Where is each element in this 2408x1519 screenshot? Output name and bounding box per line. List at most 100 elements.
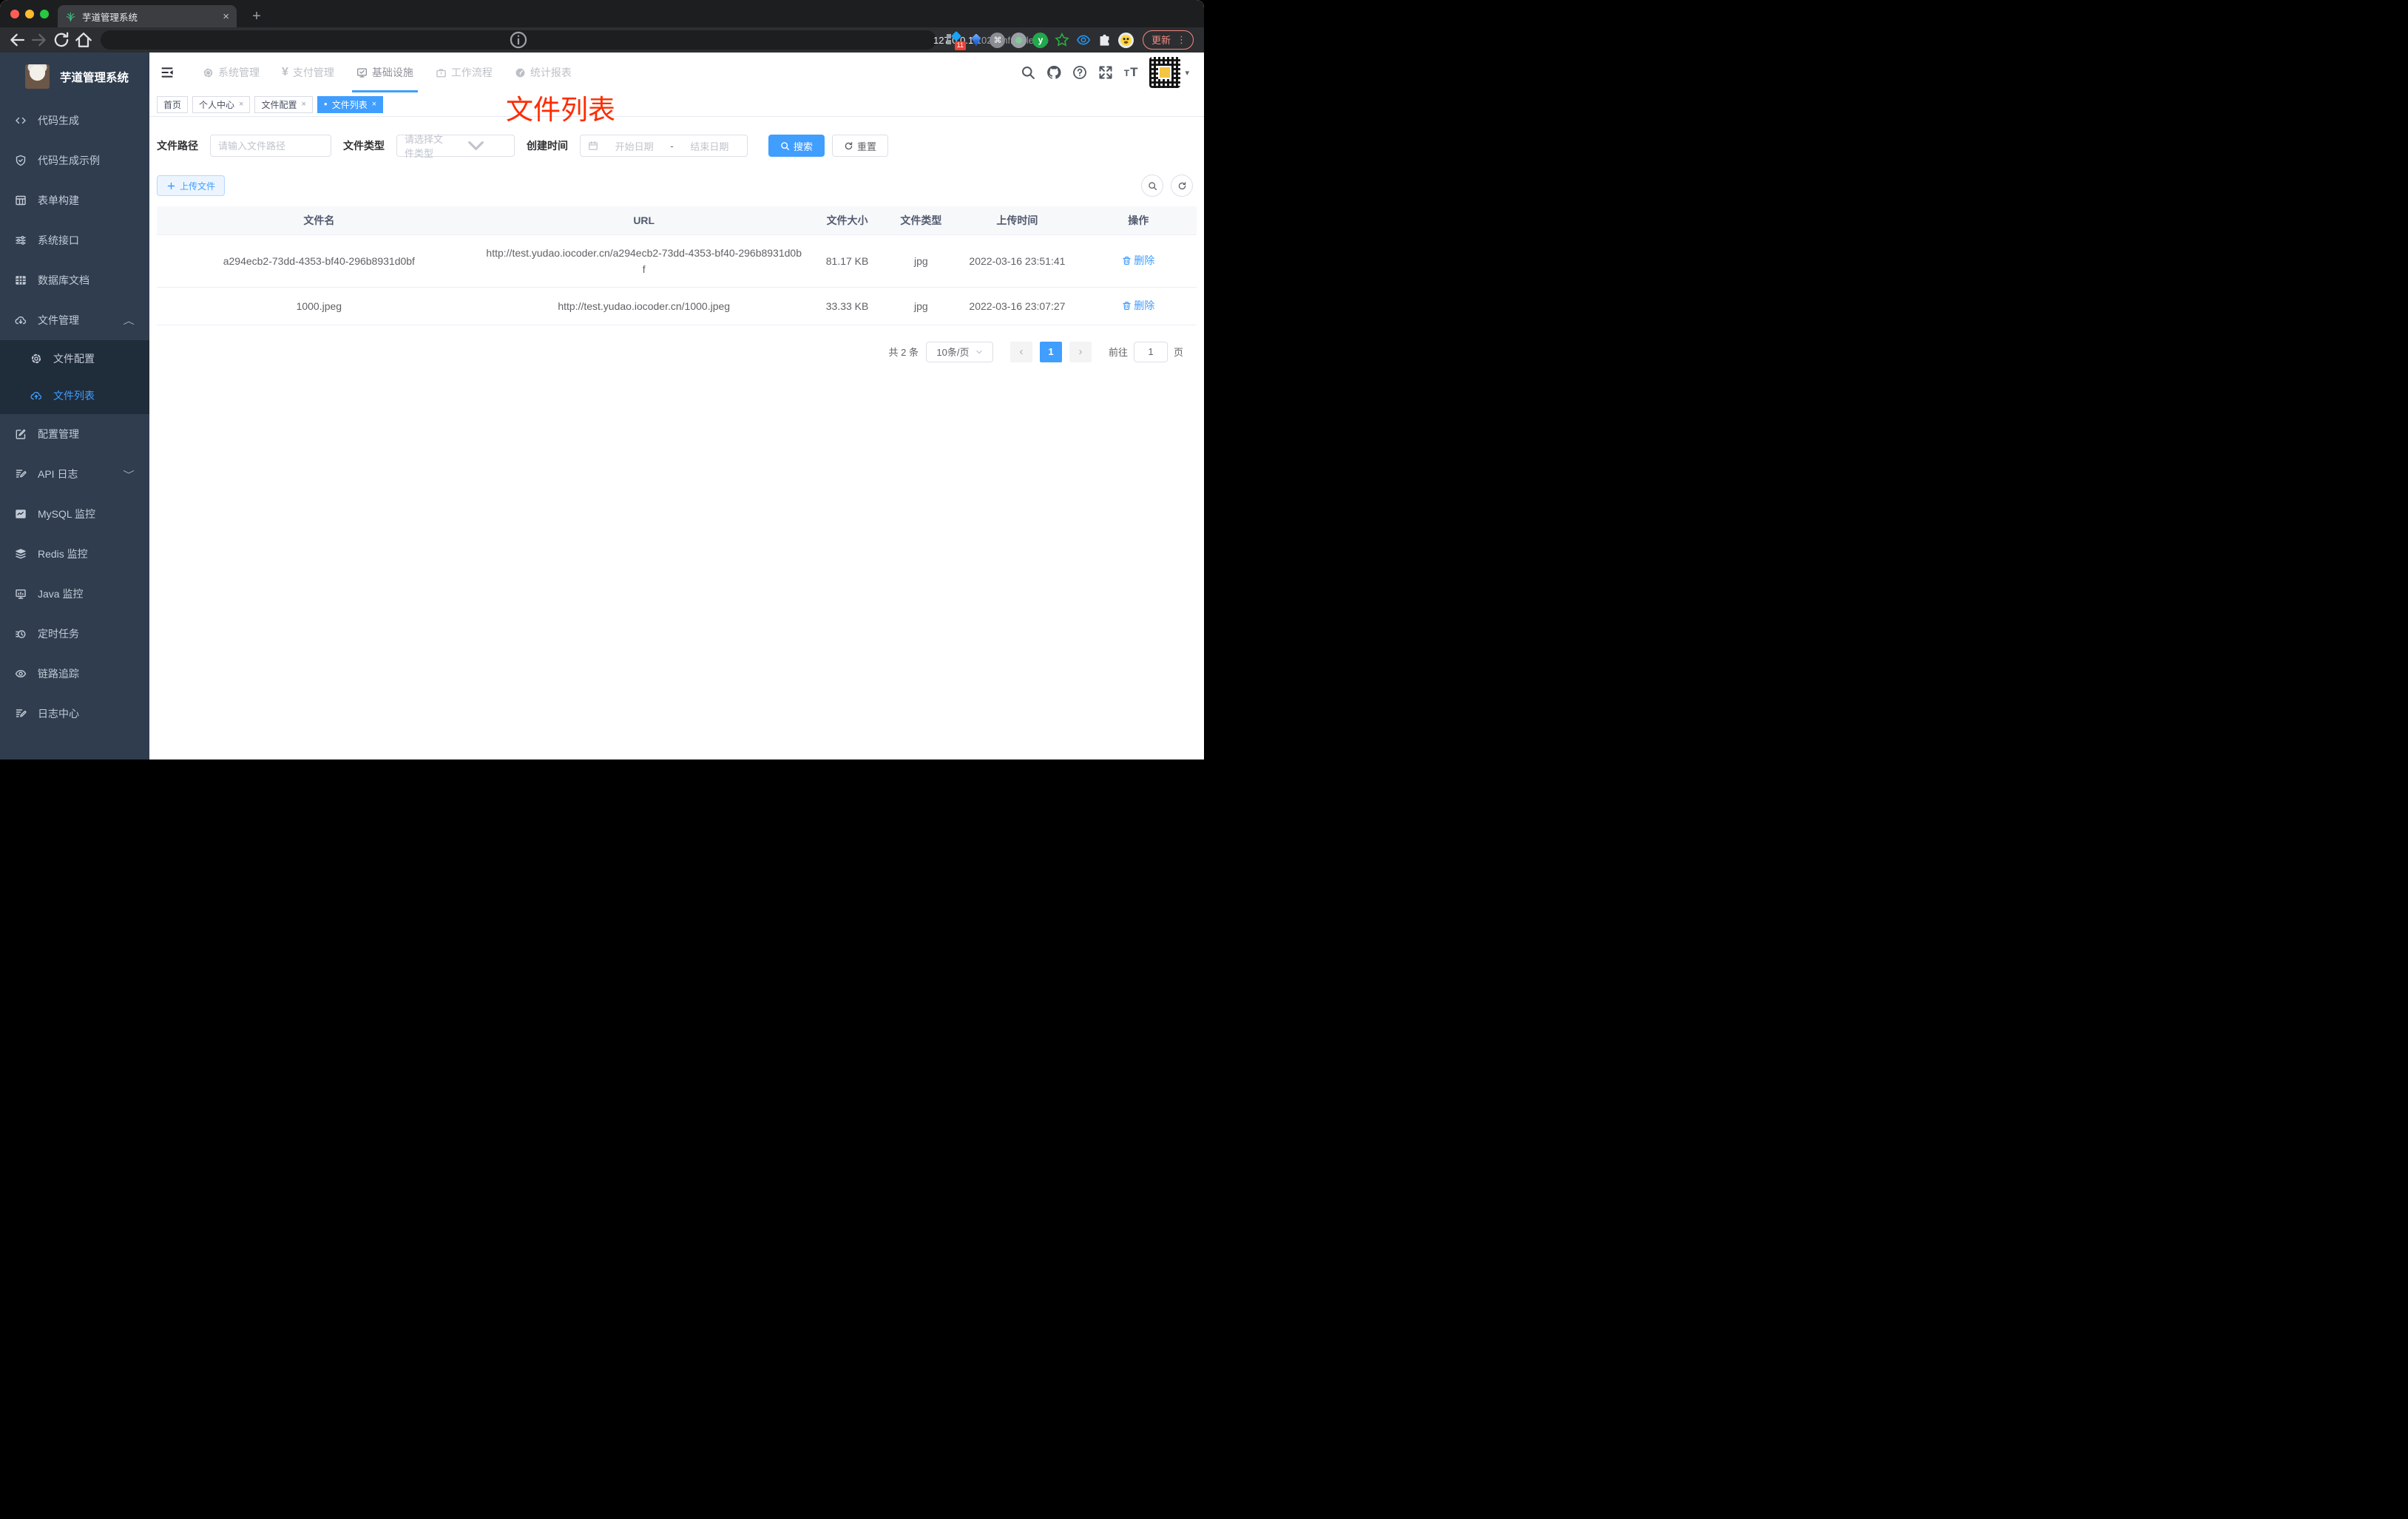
chevron-down-icon (975, 350, 982, 353)
main-area: 文件列表 系统管理 ¥ 支付管理 基础设施 工作流程 统计报表 TT ▾ 首页 … (149, 53, 1204, 760)
extension-y-icon[interactable]: y (1032, 32, 1049, 48)
prev-page-button[interactable]: ‹ (1009, 341, 1032, 362)
table-search-toggle-button[interactable] (1141, 175, 1163, 197)
tag-file-config[interactable]: 文件配置 × (254, 95, 313, 113)
reload-icon[interactable] (52, 30, 71, 50)
extension-command-icon[interactable]: ⌘ (990, 32, 1006, 48)
cell-upload-time: 2022-03-16 23:51:41 (954, 234, 1080, 288)
close-icon[interactable]: × (239, 100, 243, 109)
extension-diamond-icon[interactable]: 11 (946, 30, 966, 50)
help-icon[interactable] (1072, 65, 1087, 80)
col-time: 上传时间 (954, 206, 1080, 235)
tag-profile[interactable]: 个人中心 × (192, 95, 251, 113)
cell-upload-time: 2022-03-16 23:07:27 (954, 287, 1080, 325)
table-row: a294ecb2-73dd-4353-bf40-296b8931d0bf htt… (157, 234, 1197, 288)
cloud-upload-icon (30, 390, 42, 402)
extension-star-icon[interactable] (1054, 32, 1070, 48)
sidebar-item-log-center[interactable]: 日志中心 (0, 694, 149, 734)
extension-gem-icon[interactable] (968, 32, 984, 48)
delete-button[interactable]: 删除 (1122, 252, 1154, 268)
delete-label: 删除 (1134, 254, 1155, 267)
sidebar-item-code-generation[interactable]: 代码生成 (0, 101, 149, 141)
sidebar-logo[interactable]: 芋道管理系统 (0, 53, 149, 99)
app-title: 芋道管理系统 (60, 71, 129, 84)
chart-monitor-icon (15, 508, 27, 520)
search-button[interactable]: 搜索 (768, 135, 825, 157)
briefcase-icon (436, 67, 447, 78)
sidebar-item-file-config[interactable]: 文件配置 (0, 340, 149, 377)
sidebar-item-label: 日志中心 (38, 708, 79, 720)
sidebar-item-config-management[interactable]: 配置管理 (0, 414, 149, 454)
sidebar-item-system-api[interactable]: 系统接口 (0, 220, 149, 260)
cell-file-type: jpg (887, 234, 955, 288)
reset-button[interactable]: 重置 (832, 135, 889, 157)
database-table-icon (15, 274, 27, 286)
next-page-button[interactable]: › (1069, 341, 1092, 362)
chevron-up-icon: ︿ (123, 315, 135, 326)
goto-page-input[interactable] (1133, 341, 1168, 362)
chrome-menu-icon[interactable]: ⋮ (1177, 34, 1186, 46)
address-bar[interactable]: 127.0.0.1:1024/infra/file/file (101, 30, 1049, 50)
site-info-icon[interactable] (109, 30, 927, 50)
zoom-window-button[interactable] (40, 10, 49, 18)
table-refresh-button[interactable] (1171, 175, 1193, 197)
extension-emoji-icon[interactable] (1118, 32, 1134, 48)
sidebar-item-file-management[interactable]: 文件管理 ︿ (0, 300, 149, 340)
extension-record-icon[interactable] (1011, 32, 1027, 48)
font-size-icon[interactable]: TT (1124, 65, 1139, 80)
browser-tab[interactable]: 芋道管理系统 × (58, 5, 237, 27)
sidebar-item-label: 数据库文档 (38, 274, 89, 286)
close-icon[interactable]: × (301, 100, 305, 109)
monitor-icon (15, 588, 27, 600)
sidebar-item-db-doc[interactable]: 数据库文档 (0, 260, 149, 300)
sidebar-item-scheduled-tasks[interactable]: 定时任务 (0, 614, 149, 654)
delete-button[interactable]: 删除 (1122, 297, 1154, 314)
close-icon[interactable]: × (372, 100, 376, 109)
sidebar-item-label: 链路追踪 (38, 668, 79, 680)
chrome-update-button[interactable]: 更新 ⋮ (1142, 30, 1194, 50)
current-page-button[interactable]: 1 (1039, 341, 1062, 362)
sidebar-item-java-monitor[interactable]: Java 监控 (0, 574, 149, 614)
tag-file-list[interactable]: ● 文件列表 × (317, 95, 384, 113)
sidebar-item-file-list[interactable]: 文件列表 (0, 377, 149, 414)
collapse-sidebar-icon[interactable] (154, 59, 180, 86)
back-icon[interactable] (7, 30, 27, 50)
page-size-select[interactable]: 10条/页 (925, 341, 993, 362)
topnav-infrastructure[interactable]: 基础设施 (351, 53, 418, 92)
extension-eye-icon[interactable] (1075, 32, 1092, 48)
sidebar-item-api-log[interactable]: API 日志 ﹀ (0, 454, 149, 494)
upload-file-button[interactable]: 上传文件 (157, 175, 226, 196)
tab-close-icon[interactable]: × (223, 11, 229, 22)
sidebar-item-mysql-monitor[interactable]: MySQL 监控 (0, 494, 149, 534)
chevron-down-icon (468, 141, 484, 150)
filter-form: 文件路径 文件类型 请选择文件类型 创建时间 开始日期 - 结束日期 (157, 134, 1197, 159)
minimize-window-button[interactable] (25, 10, 34, 18)
topnav-payment[interactable]: ¥ 支付管理 (282, 53, 334, 92)
cell-file-size: 81.17 KB (806, 234, 888, 288)
forward-icon[interactable] (30, 30, 49, 50)
topnav-workflow[interactable]: 工作流程 (436, 53, 493, 92)
new-tab-button[interactable]: + (247, 7, 266, 26)
fullscreen-icon[interactable] (1098, 65, 1113, 80)
path-input[interactable] (218, 140, 323, 152)
sidebar-item-form-builder[interactable]: 表单构建 (0, 180, 149, 220)
caret-down-icon[interactable]: ▾ (1185, 68, 1189, 78)
shield-check-icon (15, 155, 27, 166)
home-icon[interactable] (74, 30, 93, 50)
sidebar-item-redis-monitor[interactable]: Redis 监控 (0, 534, 149, 574)
extension-puzzle-icon[interactable] (1097, 32, 1113, 48)
tag-home[interactable]: 首页 (157, 95, 189, 113)
topnav-reports[interactable]: 统计报表 (515, 53, 572, 92)
chrome-toolbar: 127.0.0.1:1024/infra/file/file 11 ⌘ y 更新… (0, 27, 1204, 53)
pagination: 共 2 条 10条/页 ‹ 1 › 前往 页 (157, 341, 1183, 362)
github-icon[interactable] (1046, 65, 1061, 80)
close-window-button[interactable] (10, 10, 19, 18)
search-icon[interactable] (1021, 65, 1035, 80)
extension-badge: 11 (954, 41, 966, 50)
sidebar-item-code-example[interactable]: 代码生成示例 (0, 141, 149, 180)
date-range-picker[interactable]: 开始日期 - 结束日期 (580, 135, 748, 157)
avatar[interactable] (1149, 57, 1181, 88)
type-select[interactable]: 请选择文件类型 (396, 134, 515, 159)
topnav-system[interactable]: 系统管理 (203, 53, 260, 92)
sidebar-item-tracing[interactable]: 链路追踪 (0, 654, 149, 694)
